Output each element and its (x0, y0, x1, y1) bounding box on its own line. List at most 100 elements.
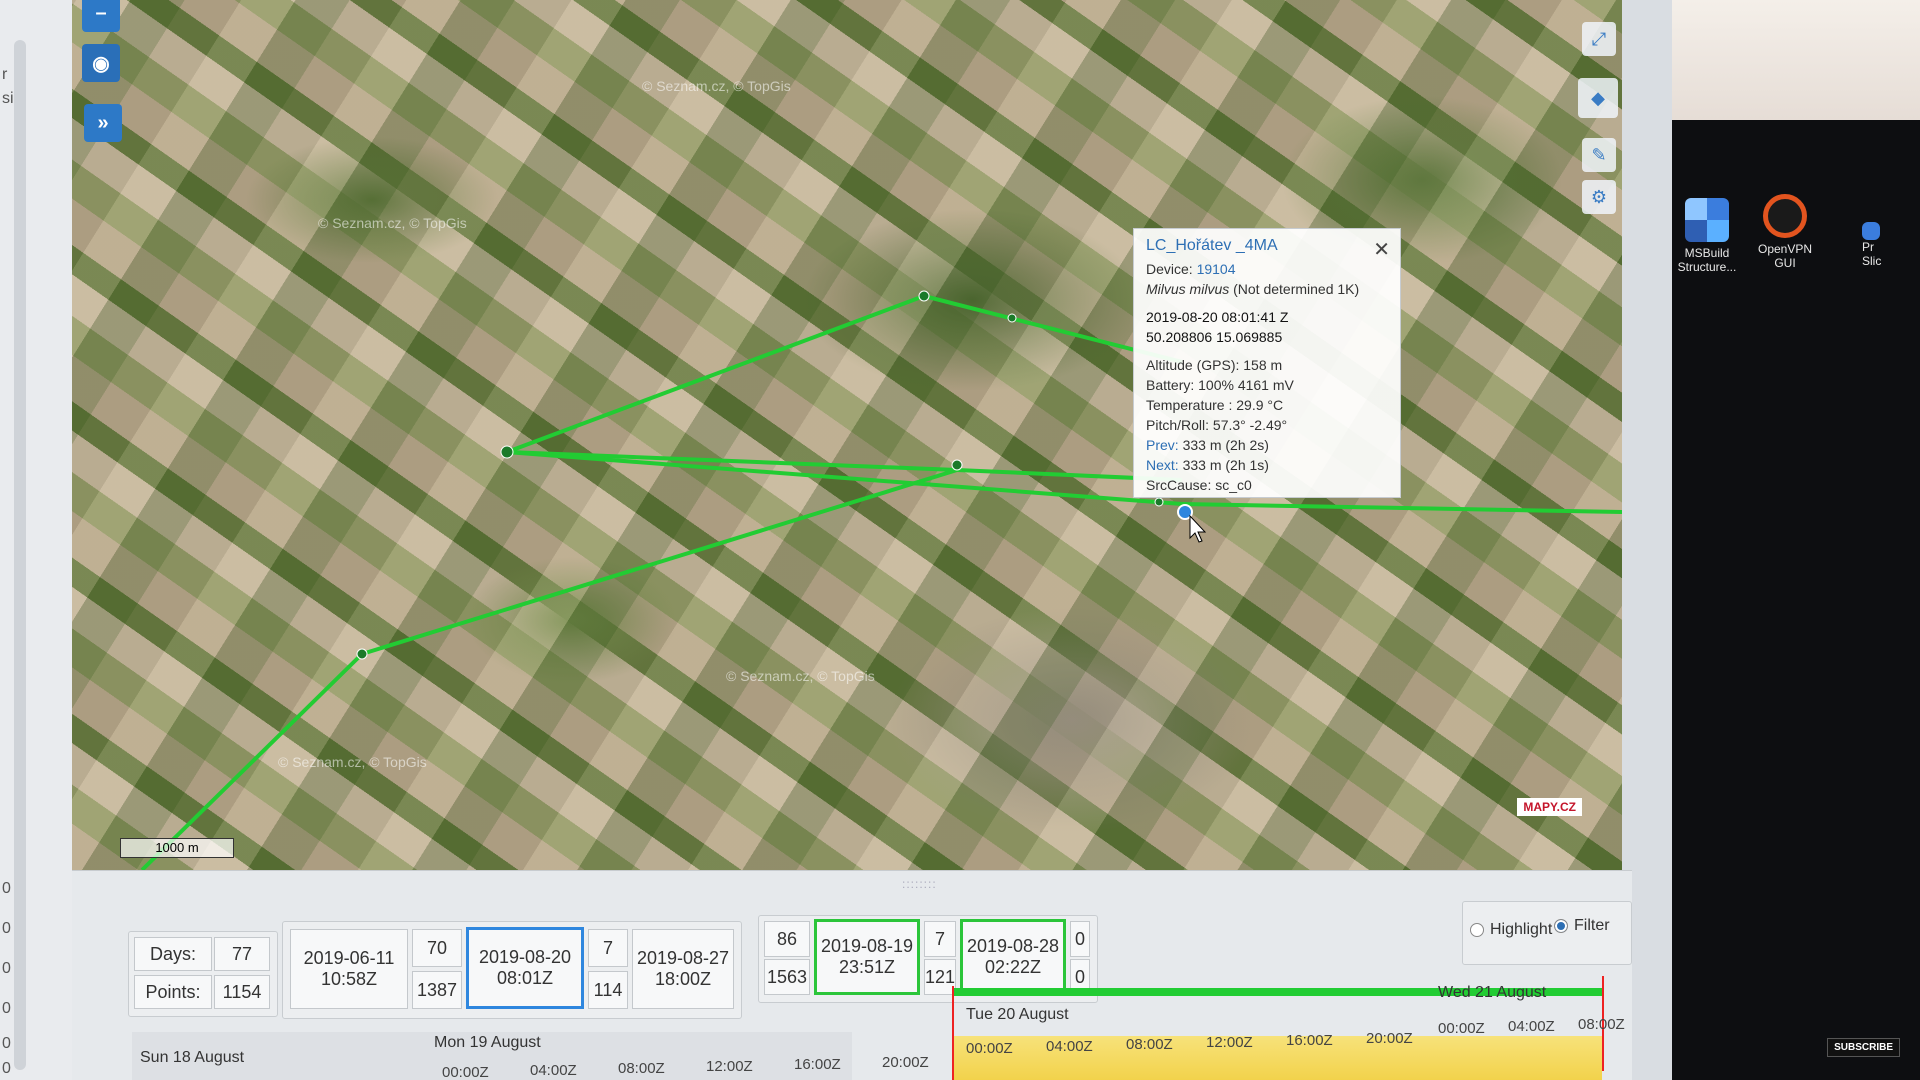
next-value: 333 m (2h 1s) (1182, 457, 1269, 473)
highlight-label: Highlight (1490, 921, 1553, 938)
track-point[interactable] (918, 290, 930, 302)
track-point[interactable] (500, 445, 514, 459)
next-link[interactable]: Next: (1146, 457, 1179, 473)
left-label: si (2, 90, 14, 107)
track-segment (506, 450, 958, 472)
highlight-radio[interactable] (1470, 922, 1484, 937)
left-label: 0 (2, 1035, 11, 1052)
range-count-b: 7 (588, 929, 628, 967)
species-line: Milvus milvus (Not determined 1K) (1146, 279, 1388, 299)
time-tick: 12:00Z (1206, 1034, 1253, 1051)
window-count: 86 (764, 921, 810, 957)
time-tick: 16:00Z (1286, 1032, 1333, 1049)
time-tick: 08:00Z (1126, 1036, 1173, 1053)
left-label: r (2, 66, 8, 83)
timeline[interactable]: Sun 18 August Mon 19 August Tue 20 Augus… (132, 976, 1625, 1080)
desktop-icon-label: OpenVPN GUI (1757, 242, 1813, 270)
msbuild-icon (1685, 198, 1729, 242)
window-right-count: 0 (1070, 921, 1090, 957)
desktop-icon-msbuild[interactable]: MSBuild Structure... (1672, 198, 1742, 274)
track-segment (506, 294, 925, 454)
altitude: Altitude (GPS): 158 m (1146, 357, 1283, 373)
map-attribution: © Seznam.cz, © TopGis (318, 215, 467, 231)
subscribe-badge[interactable]: SUBSCRIBE (1827, 1038, 1900, 1057)
resize-handle[interactable]: :::::::: (902, 877, 937, 891)
close-icon[interactable]: ✕ (1373, 237, 1390, 262)
prev-link[interactable]: Prev: (1146, 437, 1179, 453)
zoom-out-button[interactable]: – (82, 0, 120, 32)
time-tick: 00:00Z (1438, 1020, 1485, 1037)
pitch-roll: Pitch/Roll: 57.3° -2.49° (1146, 417, 1288, 433)
time-tick: 12:00Z (706, 1058, 753, 1075)
fullscreen-button[interactable]: ⤢ (1582, 22, 1616, 56)
device-link[interactable]: 19104 (1197, 261, 1236, 277)
species-note: (Not determined 1K) (1233, 281, 1360, 297)
days-value: 77 (214, 937, 270, 971)
left-label: 0 (2, 1060, 11, 1077)
day-label: Sun 18 August (140, 1049, 245, 1066)
left-label: 0 (2, 920, 11, 937)
time-tick: 20:00Z (882, 1054, 929, 1071)
highlight-option[interactable]: Highlight (1470, 921, 1552, 939)
desktop-icon-openvpn[interactable]: OpenVPN GUI (1750, 194, 1820, 270)
point-info-popup: ✕ LC_Hořátev _4MA Device: 19104 Milvus m… (1133, 228, 1401, 498)
background-window (1672, 0, 1920, 120)
time-tick: 00:00Z (442, 1064, 489, 1080)
track-point[interactable] (356, 648, 368, 660)
track-segment (506, 450, 1183, 506)
filter-option[interactable]: Filter (1554, 917, 1610, 935)
time-tick: 04:00Z (530, 1062, 577, 1079)
map-attribution: © Seznam.cz, © TopGis (726, 668, 875, 684)
tools-button[interactable]: ✎ (1582, 138, 1616, 172)
popup-title: LC_Hořátev _4MA (1146, 237, 1278, 254)
map-attribution: © Seznam.cz, © TopGis (642, 78, 791, 94)
left-label: 0 (2, 880, 11, 897)
layers-icon: ◆ (1591, 87, 1605, 108)
expand-panel-button[interactable]: » (84, 104, 122, 142)
device-line: Device: 19104 (1146, 259, 1388, 279)
left-scrollbar[interactable] (14, 40, 26, 1070)
desktop-icon-label: MSBuild Structure... (1677, 246, 1737, 274)
zoom-out-label: – (95, 1, 107, 24)
bottom-control-panel: :::::::: Days: 77 Points: 1154 2019-06-1… (72, 870, 1632, 1080)
layers-button[interactable]: ◆ (1578, 78, 1618, 118)
desktop-icon-label: Pr Slic (1862, 240, 1882, 268)
range-count-a: 70 (412, 929, 462, 967)
src-cause: SrcCause: sc_c0 (1146, 477, 1252, 493)
left-label: 0 (2, 960, 11, 977)
time-tick: 08:00Z (618, 1060, 665, 1077)
mapy-logo: MAPY.CZ (1517, 798, 1582, 816)
window-start-marker[interactable] (952, 986, 954, 1080)
time-tick: 04:00Z (1046, 1038, 1093, 1055)
mouse-cursor-icon (1189, 514, 1207, 543)
satellite-map[interactable]: © Seznam.cz, © TopGis © Seznam.cz, © Top… (72, 0, 1622, 870)
settings-button[interactable]: ⚙ (1582, 180, 1616, 214)
left-label: 0 (2, 1000, 11, 1017)
track-point[interactable] (1154, 497, 1164, 507)
app-icon (1862, 222, 1880, 240)
openvpn-icon (1763, 194, 1807, 238)
day-label: Tue 20 August (966, 1006, 1069, 1023)
day-label: Mon 19 August (434, 1034, 541, 1051)
time-tick: 00:00Z (966, 1040, 1013, 1057)
double-chevron-icon: » (97, 111, 109, 134)
wrench-icon: ✎ (1591, 144, 1607, 165)
map-scale: 1000 m (120, 838, 234, 858)
coordinates: 50.208806 15.069885 (1146, 329, 1283, 345)
desktop-background: MSBuild Structure... OpenVPN GUI Pr Slic… (1672, 0, 1920, 1080)
temperature: Temperature : 29.9 °C (1146, 397, 1284, 413)
filter-radio[interactable] (1554, 918, 1568, 933)
window-mid-count: 7 (924, 921, 956, 957)
timestamp: 2019-08-20 08:01:41 Z (1146, 309, 1289, 325)
days-label: Days: (134, 937, 212, 971)
time-tick: 08:00Z (1578, 1016, 1625, 1033)
left-side-panel: r si 0 0 0 0 0 0 (0, 0, 73, 1080)
gear-icon: ⚙ (1590, 186, 1608, 207)
day-label: Wed 21 August (1438, 984, 1547, 1001)
prev-value: 333 m (2h 2s) (1182, 437, 1269, 453)
track-point[interactable] (1007, 313, 1017, 323)
prev-line: Prev: 333 m (2h 2s) (1146, 435, 1388, 455)
desktop-icon-app[interactable]: Pr Slic (1862, 222, 1912, 268)
track-point[interactable] (951, 459, 963, 471)
locate-button[interactable]: ◉ (82, 44, 120, 82)
